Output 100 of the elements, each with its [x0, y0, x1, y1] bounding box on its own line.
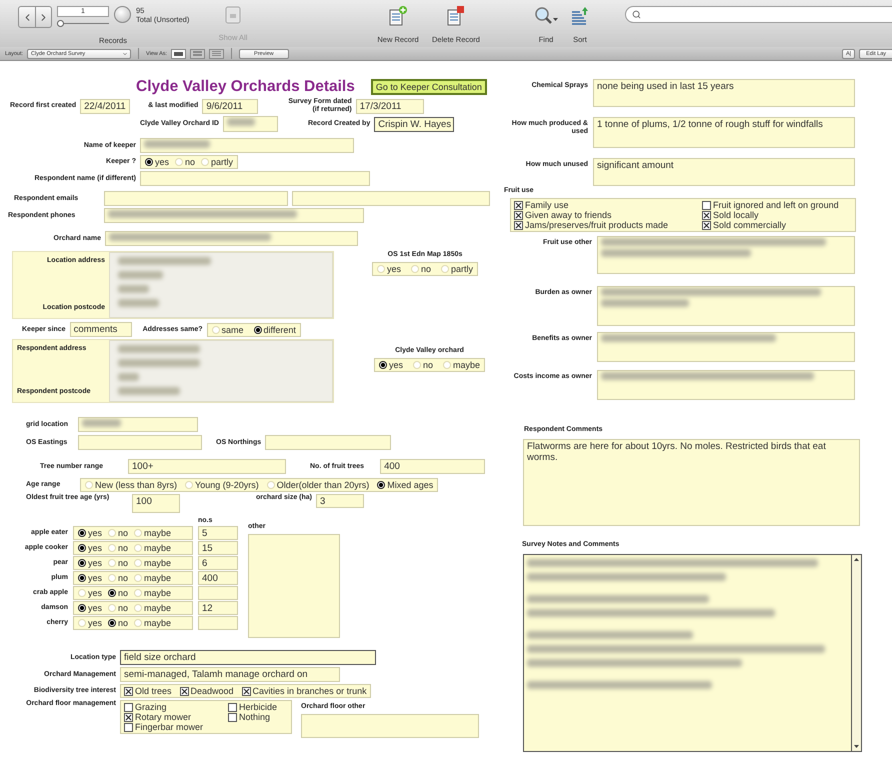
radio-option[interactable]: yes [377, 264, 402, 274]
input-field[interactable] [140, 138, 354, 153]
input-field[interactable]: comments [70, 322, 132, 337]
radio-option[interactable]: maybe [134, 618, 172, 628]
checkbox-option[interactable]: Fruit ignored and left on ground [702, 200, 852, 210]
input-field[interactable] [105, 231, 358, 246]
input-field[interactable]: field size orchard [120, 650, 376, 665]
radio-option[interactable]: same [212, 324, 244, 334]
radio-option[interactable]: partly [201, 157, 234, 167]
input-field[interactable] [301, 714, 479, 738]
radio-option[interactable]: Older(older than 20yrs) [266, 480, 370, 490]
checkbox-option[interactable]: Old trees [124, 686, 172, 696]
radio-option[interactable]: yes [78, 618, 102, 628]
input-field[interactable]: Flatworms are here for about 10yrs. No moles. Restricted birds that eat worms. [523, 439, 860, 526]
address-field[interactable] [109, 340, 333, 402]
scrollbar[interactable] [851, 555, 861, 751]
radio-option[interactable]: no [108, 588, 128, 598]
radio-option[interactable]: no [108, 543, 128, 553]
blurred-text [118, 373, 139, 381]
consultation-button[interactable]: Go to Keeper Consultation [370, 79, 487, 95]
radio-option[interactable]: maybe [134, 528, 172, 538]
notes-field[interactable] [523, 554, 862, 752]
radio-option[interactable]: yes [379, 360, 404, 370]
checkbox-option[interactable]: Nothing [228, 712, 298, 722]
document-icon [225, 6, 241, 24]
checkbox-option[interactable]: Jams/preserves/fruit products made [514, 220, 694, 230]
input-field[interactable] [78, 435, 202, 450]
radio-option[interactable]: yes [78, 528, 102, 538]
checkbox-option[interactable]: Grazing [124, 702, 220, 712]
input-field[interactable]: 100 [132, 494, 180, 513]
radio-option[interactable]: maybe [134, 588, 172, 598]
radio-option[interactable]: maybe [443, 360, 480, 370]
input-field[interactable]: significant amount [593, 158, 855, 186]
radio-option[interactable]: yes [78, 603, 102, 613]
search-field[interactable] [625, 6, 892, 23]
input-field[interactable] [198, 586, 238, 600]
radio-option[interactable]: maybe [134, 543, 172, 553]
input-field[interactable]: 1 tonne of plums, 1/2 tonne of rough stuff for windfalls [593, 117, 855, 148]
radio-option[interactable]: Young (9-20yrs) [185, 480, 259, 490]
checkbox-option[interactable]: Cavities in branches or trunk [242, 686, 367, 696]
search-icon [534, 6, 558, 26]
input-field[interactable]: none being used in last 15 years [593, 79, 855, 107]
radio-option[interactable]: yes [145, 157, 170, 167]
radio-option[interactable]: yes [78, 588, 102, 598]
radio-option[interactable]: different [254, 324, 296, 334]
input-field[interactable]: 9/6/2011 [202, 98, 258, 114]
record-slider[interactable] [57, 20, 109, 27]
input-field[interactable] [198, 616, 238, 630]
input-field[interactable]: 15 [198, 541, 238, 555]
input-field[interactable] [104, 208, 364, 223]
radio-option[interactable]: no [411, 264, 432, 274]
input-field[interactable]: 3 [316, 494, 364, 508]
input-field[interactable] [597, 370, 855, 400]
radio-option[interactable]: partly [441, 264, 474, 274]
checkbox-option[interactable]: Fingerbar mower [124, 722, 220, 732]
input-field[interactable]: 22/4/2011 [80, 98, 130, 114]
input-field[interactable] [597, 236, 855, 274]
radio-option[interactable]: no [108, 573, 128, 583]
input-field[interactable] [104, 191, 288, 206]
radio-option[interactable]: maybe [134, 573, 172, 583]
input-field[interactable]: 12 [198, 601, 238, 615]
radio-option[interactable]: yes [78, 543, 102, 553]
input-field[interactable]: 17/3/2011 [356, 98, 424, 114]
input-field[interactable] [597, 332, 855, 362]
checkbox-option[interactable]: Rotary mower [124, 712, 220, 722]
radio-option[interactable]: Mixed ages [377, 480, 434, 490]
input-field[interactable]: Crispin W. Hayes [374, 116, 454, 132]
radio-option[interactable]: yes [78, 573, 102, 583]
checkbox-option[interactable]: Deadwood [180, 686, 234, 696]
radio-option[interactable]: no [108, 528, 128, 538]
radio-option[interactable]: New (less than 8yrs) [85, 480, 178, 490]
view-button[interactable] [171, 48, 186, 58]
radio-option[interactable]: maybe [134, 558, 172, 568]
checkbox-option[interactable]: Family use [514, 200, 694, 210]
input-field[interactable] [597, 286, 855, 326]
radio-option[interactable]: yes [78, 558, 102, 568]
checkbox-option[interactable]: Herbicide [228, 702, 298, 712]
address-field[interactable] [109, 252, 333, 318]
input-field[interactable] [265, 435, 392, 450]
input-field[interactable] [248, 534, 340, 638]
radio-option[interactable]: no [175, 157, 196, 167]
radio-option[interactable]: maybe [134, 603, 172, 613]
radio-option[interactable]: no [108, 603, 128, 613]
checkbox-option[interactable]: Given away to friends [514, 210, 694, 220]
radio-option[interactable]: no [108, 558, 128, 568]
radio-option[interactable]: no [108, 618, 128, 628]
radio-option[interactable]: no [413, 360, 434, 370]
blurred-text [118, 299, 160, 307]
checkbox-option[interactable]: Sold commercially [702, 220, 852, 230]
checkbox-option[interactable]: Sold locally [702, 210, 852, 220]
input-field[interactable]: 5 [198, 526, 238, 540]
input-field[interactable]: 6 [198, 556, 238, 570]
input-field[interactable]: semi-managed, Talamh manage orchard on [120, 667, 340, 682]
input-field[interactable]: 100+ [128, 459, 286, 474]
input-field[interactable]: 400 [198, 571, 238, 585]
input-field[interactable] [140, 171, 370, 186]
input-field[interactable] [222, 116, 278, 132]
input-field[interactable] [292, 191, 490, 206]
input-field[interactable] [78, 417, 198, 432]
input-field[interactable]: 400 [380, 459, 486, 474]
